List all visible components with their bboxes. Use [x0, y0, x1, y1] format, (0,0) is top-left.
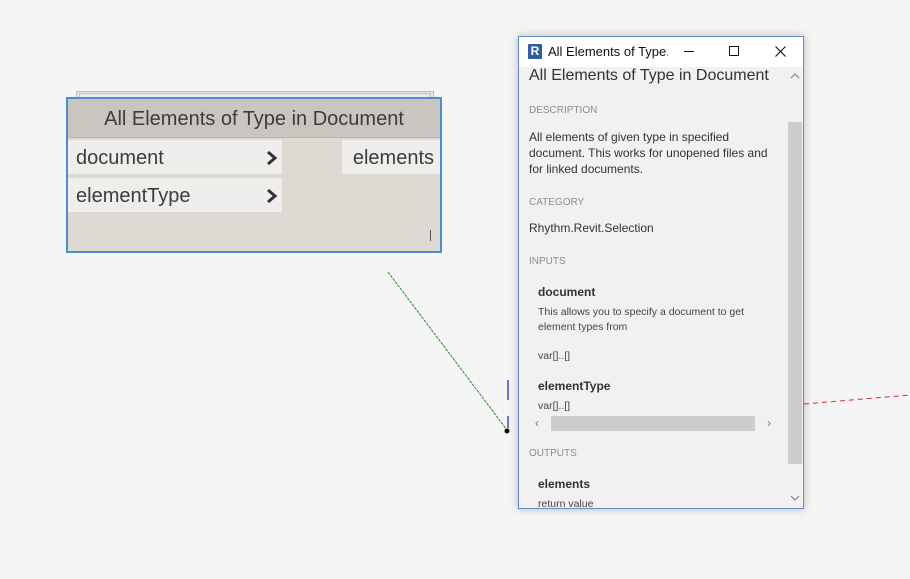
vertical-scrollbar[interactable] [787, 67, 803, 508]
minimize-icon [684, 51, 694, 52]
node-title[interactable]: All Elements of Type in Document [68, 99, 440, 138]
input-port-elementtype[interactable]: elementType [68, 178, 282, 212]
doc-heading: All Elements of Type in Document [529, 67, 769, 84]
section-label-category: CATEGORY [529, 197, 585, 208]
close-button[interactable] [758, 37, 803, 67]
close-icon [775, 46, 786, 57]
dynamo-node[interactable]: All Elements of Type in Document documen… [66, 97, 442, 253]
scroll-left-icon[interactable]: ‹ [535, 416, 539, 430]
input-name: document [538, 285, 596, 299]
minimize-button[interactable] [667, 37, 712, 67]
horizontal-scrollbar[interactable]: ‹ › [529, 415, 777, 432]
input-port-document[interactable]: document [68, 140, 282, 174]
input-type: var[]..[] [538, 350, 571, 362]
input-name: elementType [538, 379, 611, 393]
scroll-down-icon[interactable] [790, 494, 800, 502]
description-text: All elements of given type in specified … [529, 130, 768, 176]
section-label-outputs: OUTPUTS [529, 448, 577, 459]
section-label-description: DESCRIPTION [529, 105, 598, 116]
preview-wire-dashed [803, 394, 910, 405]
section-label-inputs: INPUTS [529, 256, 566, 267]
connector-endpoint[interactable] [504, 428, 510, 434]
input-type: var[]..[] [538, 400, 571, 412]
category-text: Rhythm.Revit.Selection [529, 221, 654, 235]
connector-wire[interactable] [387, 271, 508, 431]
output-name: elements [538, 477, 591, 491]
horizontal-scroll-thumb[interactable] [551, 416, 755, 431]
input-description: This allows you to specify a document to… [538, 306, 745, 333]
chevron-right-icon [267, 151, 278, 165]
output-description: return value [538, 498, 594, 508]
revit-logo-icon: R [528, 44, 542, 59]
chevron-right-icon [267, 189, 278, 203]
maximize-icon [729, 46, 739, 56]
scroll-up-icon[interactable] [790, 72, 800, 80]
input-port-label: elementType [76, 185, 191, 207]
node-resize-handle[interactable] [430, 230, 431, 241]
scroll-right-icon[interactable]: › [767, 416, 771, 430]
documentation-window[interactable]: R All Elements of Type... All Elements o… [518, 36, 804, 509]
output-port-label: elements [352, 147, 434, 169]
window-title: All Elements of Type... [548, 44, 668, 59]
window-titlebar[interactable]: R All Elements of Type... [519, 37, 803, 67]
maximize-button[interactable] [712, 37, 757, 67]
input-port-label: document [76, 147, 164, 169]
output-port-elements[interactable]: elements [342, 140, 440, 174]
vertical-scroll-thumb[interactable] [788, 122, 802, 464]
documentation-content[interactable]: All Elements of Type in Document DESCRIP… [519, 67, 787, 508]
